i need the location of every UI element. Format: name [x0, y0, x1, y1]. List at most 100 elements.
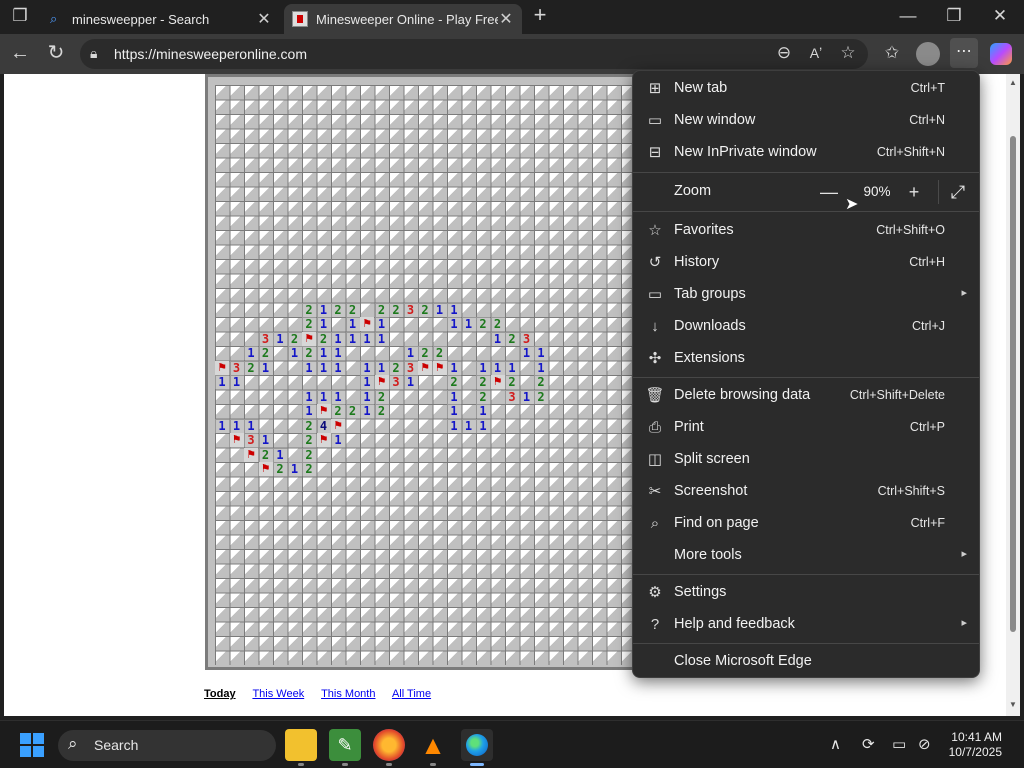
flag-icon[interactable]: ⚑	[490, 375, 505, 389]
flag-icon[interactable]: ⚑	[316, 404, 331, 418]
menu-item-help[interactable]: ? Help and feedback ▸	[633, 610, 979, 640]
cell-number: 1	[319, 389, 328, 404]
favorite-star-icon[interactable]: ☆	[836, 42, 860, 66]
cell-number: 2	[261, 346, 270, 360]
settings-and-more-button[interactable]: ⋯	[950, 38, 978, 68]
flag-icon[interactable]: ⚑	[244, 447, 258, 462]
menu-item-delete-browsing-data[interactable]: 🗑 Delete browsing data Ctrl+Shift+Delete	[633, 381, 979, 411]
menu-item-favorites[interactable]: ☆ Favorites Ctrl+Shift+O	[633, 216, 979, 246]
menu-item-label: Screenshot	[674, 483, 748, 499]
cell-number: 2	[348, 302, 357, 317]
menu-item-settings[interactable]: ⚙ Settings	[633, 578, 979, 608]
menu-item-label: Split screen	[674, 451, 750, 467]
flag-icon[interactable]: ⚑	[229, 433, 244, 447]
cell-number: 1	[276, 331, 284, 346]
cell-number: 1	[218, 418, 226, 433]
cell-number: 1	[479, 404, 487, 418]
fullscreen-button[interactable]: ⤢	[944, 181, 972, 205]
flag-icon[interactable]: ⚑	[360, 317, 374, 331]
menu-item-label: New tab	[674, 80, 728, 96]
printer-icon: ⎙	[648, 419, 661, 436]
cell-number: 1	[522, 389, 531, 404]
favorites-bar-icon[interactable]: ✩	[880, 42, 904, 66]
link-all-time[interactable]: All Time	[392, 688, 431, 700]
tab-close-icon[interactable]: ✕	[498, 9, 514, 29]
cell-number: 1	[464, 317, 473, 331]
cell-number: 2	[319, 331, 328, 346]
menu-item-label: Extensions	[674, 350, 745, 366]
file-explorer-icon[interactable]	[285, 729, 317, 761]
tab-minesweeper[interactable]: Minesweeper Online - Play Free Online ✕	[284, 4, 522, 34]
cell-number: 1	[522, 346, 531, 360]
zoom-plus-button[interactable]: +	[900, 181, 928, 205]
zoom-out-icon[interactable]: ⊖	[772, 42, 796, 66]
cell-number: 1	[334, 433, 342, 447]
restore-button[interactable]: ❐	[942, 5, 966, 29]
tab-groups-icon: ▭	[647, 286, 663, 303]
flag-icon[interactable]: ⚑	[418, 360, 432, 375]
scrollbar-thumb[interactable]	[1010, 136, 1016, 632]
page-scrollbar[interactable]: ▲ ▼	[1006, 74, 1020, 716]
link-this-month[interactable]: This Month	[321, 688, 375, 700]
link-today[interactable]: Today	[204, 688, 236, 700]
refresh-button[interactable]: ↻	[44, 42, 68, 66]
cell-number: 2	[479, 317, 487, 331]
flag-icon[interactable]: ⚑	[316, 433, 331, 447]
tray-overflow-icon[interactable]: ∧	[830, 735, 841, 753]
volume-muted-icon[interactable]: ⊘	[918, 735, 931, 753]
link-this-week[interactable]: This Week	[252, 688, 304, 700]
lock-icon[interactable]: 🔒︎	[90, 45, 97, 62]
menu-item-split-screen[interactable]: ◫ Split screen	[633, 445, 979, 475]
window-close-button[interactable]: ✕	[988, 5, 1012, 29]
new-tab-button[interactable]: +	[528, 4, 552, 28]
vlc-icon[interactable]: ▲	[417, 729, 449, 761]
cell-number: 2	[334, 404, 342, 418]
cell-number: 2	[493, 317, 502, 331]
windows-start-icon[interactable]	[20, 733, 44, 757]
edge-taskbar-icon[interactable]	[461, 729, 493, 761]
zoom-minus-button[interactable]: —	[815, 181, 843, 205]
flag-icon[interactable]: ⚑	[258, 462, 273, 476]
menu-item-more-tools[interactable]: More tools ▸	[633, 541, 979, 571]
tab-actions-icon[interactable]: ❐	[8, 5, 32, 29]
sync-icon[interactable]: ⟳	[862, 735, 875, 753]
profile-avatar[interactable]	[916, 42, 940, 66]
menu-item-new-tab[interactable]: ⊞ New tab Ctrl+T	[633, 74, 979, 104]
menu-item-extensions[interactable]: ✣ Extensions	[633, 344, 979, 374]
menu-item-shortcut: Ctrl+N	[909, 113, 945, 127]
tab-search[interactable]: ⌕ minesweepper - Search ✕	[42, 4, 280, 34]
clock[interactable]: 10:41 AM 10/7/2025	[949, 730, 1002, 760]
taskbar-search[interactable]: ⌕ Search	[58, 730, 276, 761]
menu-item-print[interactable]: ⎙ Print Ctrl+P	[633, 413, 979, 443]
tab-close-icon[interactable]: ✕	[256, 9, 272, 29]
menu-item-close-edge[interactable]: Close Microsoft Edge	[633, 647, 979, 677]
flag-icon[interactable]: ⚑	[215, 360, 229, 375]
cell-grid[interactable]: 2 1 2 2 2 2 3 2 1 1 2 1 1 ⚑ 1 1 1 2 2 3 1 2 ⚑ 2 1 1 1 1 1 2 3 1 2 1 2 1 1 1 2 2…	[215, 85, 645, 665]
read-aloud-icon[interactable]: Aʼ	[804, 42, 828, 66]
cell-number: 2	[421, 302, 429, 317]
menu-item-find-on-page[interactable]: ⌕ Find on page Ctrl+F	[633, 509, 979, 539]
menu-item-tab-groups[interactable]: ▭ Tab groups ▸	[633, 280, 979, 310]
cell-number: 1	[276, 447, 284, 462]
tab-strip: ❐ ⌕ minesweepper - Search ✕ Minesweeper …	[0, 0, 1024, 34]
cell-number: 1	[218, 375, 226, 389]
address-bar[interactable]: 🔒︎ https://minesweeperonline.com ⊖ Aʼ ☆	[80, 39, 868, 69]
menu-item-screenshot[interactable]: ✂ Screenshot Ctrl+Shift+S	[633, 477, 979, 507]
back-button[interactable]: ←	[8, 42, 32, 66]
flag-icon[interactable]: ⚑	[331, 418, 345, 433]
minimize-button[interactable]: —	[896, 5, 920, 29]
firefox-icon[interactable]	[373, 729, 405, 761]
flag-icon[interactable]: ⚑	[374, 375, 389, 389]
copilot-icon[interactable]	[990, 43, 1012, 65]
menu-item-new-window[interactable]: ▭ New window Ctrl+N	[633, 106, 979, 136]
menu-item-downloads[interactable]: ↓ Downloads Ctrl+J	[633, 312, 979, 342]
menu-item-history[interactable]: ↺ History Ctrl+H	[633, 248, 979, 278]
notepad-icon[interactable]: ✎	[329, 729, 361, 761]
url-text[interactable]: https://minesweeperonline.com	[114, 46, 307, 62]
menu-item-inprivate[interactable]: ⊟ New InPrivate window Ctrl+Shift+N	[633, 138, 979, 168]
flag-icon[interactable]: ⚑	[302, 331, 316, 346]
display-icon[interactable]: ▭	[892, 735, 906, 753]
scroll-up-icon[interactable]: ▲	[1009, 78, 1017, 87]
scroll-down-icon[interactable]: ▼	[1009, 700, 1017, 709]
flag-icon[interactable]: ⚑	[432, 360, 447, 375]
